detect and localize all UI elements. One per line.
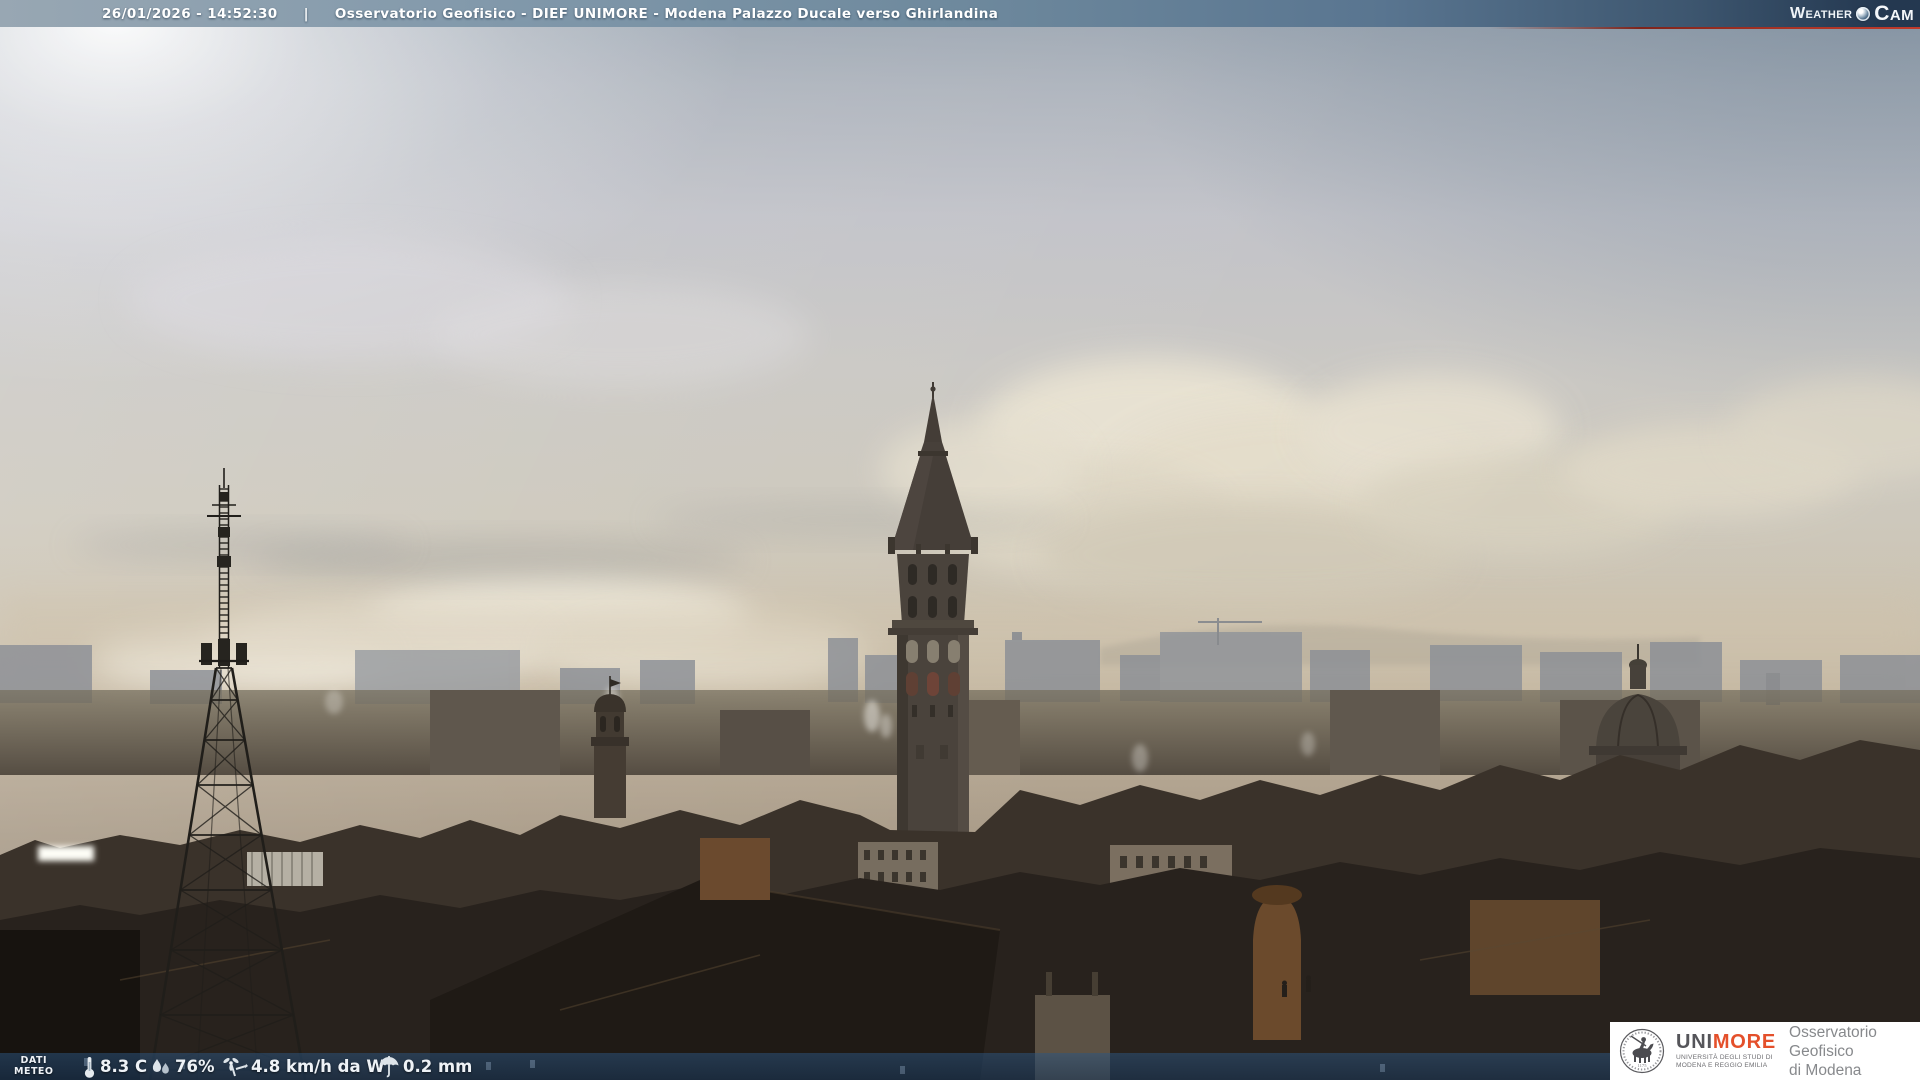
weathercam-cam-text: Cam	[1874, 1, 1914, 25]
unimore-seal-icon: 1175	[1619, 1028, 1665, 1074]
weather-data-label: DATI METEO	[14, 1053, 54, 1080]
weathercam-weather-text: Weather	[1789, 4, 1853, 22]
red-accent-line	[1490, 27, 1920, 29]
umbrella-icon	[379, 1056, 399, 1078]
unimore-uni-text: UNI	[1676, 1031, 1713, 1054]
webcam-page: 26/01/2026 - 14:52:30 | Osservatorio Geo…	[0, 0, 1920, 1080]
observatory-name-line2: di Modena	[1789, 1061, 1862, 1079]
humidity-icon	[152, 1058, 169, 1074]
weather-label-line1: DATI	[20, 1055, 47, 1066]
weather-label-line2: METEO	[14, 1065, 54, 1077]
wind-value: 4.8 km/h da W	[251, 1057, 385, 1076]
temperature-value: 8.3 C	[100, 1057, 148, 1076]
thermometer-icon	[84, 1056, 95, 1078]
unimore-logo-box[interactable]: 1175 UNIMORE UNIVERSITÀ DEGLI STUDI DI M…	[1610, 1022, 1920, 1080]
humidity-reading: 76%	[150, 1053, 215, 1080]
unimore-more-text: MORE	[1712, 1031, 1777, 1054]
camera-lens-icon	[1856, 6, 1871, 21]
university-name-line2: MODENA E REGGIO EMILIA	[1676, 1062, 1768, 1069]
precipitation-reading: 0.2 mm	[378, 1053, 472, 1080]
temperature-reading: 8.3 C	[82, 1053, 147, 1080]
weathercam-logo[interactable]: Weather Cam	[1790, 0, 1914, 27]
university-name-line1: UNIVERSITÀ DEGLI STUDI DI	[1676, 1054, 1773, 1062]
cityscape	[0, 238, 1920, 1080]
unimore-wordmark: UNIMORE UNIVERSITÀ DEGLI STUDI DI MODENA…	[1676, 1032, 1776, 1070]
top-overlay-bar: 26/01/2026 - 14:52:30 | Osservatorio Geo…	[0, 0, 1920, 27]
precipitation-value: 0.2 mm	[403, 1057, 473, 1076]
humidity-value: 76%	[175, 1057, 215, 1076]
wind-vane-icon	[223, 1057, 248, 1076]
skylight-glint	[38, 846, 94, 861]
observatory-name: Osservatorio Geofisico di Modena	[1789, 1023, 1920, 1080]
seal-year: 1175	[1637, 1063, 1647, 1068]
timestamp: 26/01/2026 - 14:52:30	[102, 5, 278, 22]
title-separator: |	[303, 5, 309, 22]
camera-title: Osservatorio Geofisico - DIEF UNIMORE - …	[334, 5, 999, 22]
observatory-name-line1: Osservatorio Geofisico	[1789, 1023, 1877, 1060]
wind-reading: 4.8 km/h da W	[222, 1053, 385, 1080]
